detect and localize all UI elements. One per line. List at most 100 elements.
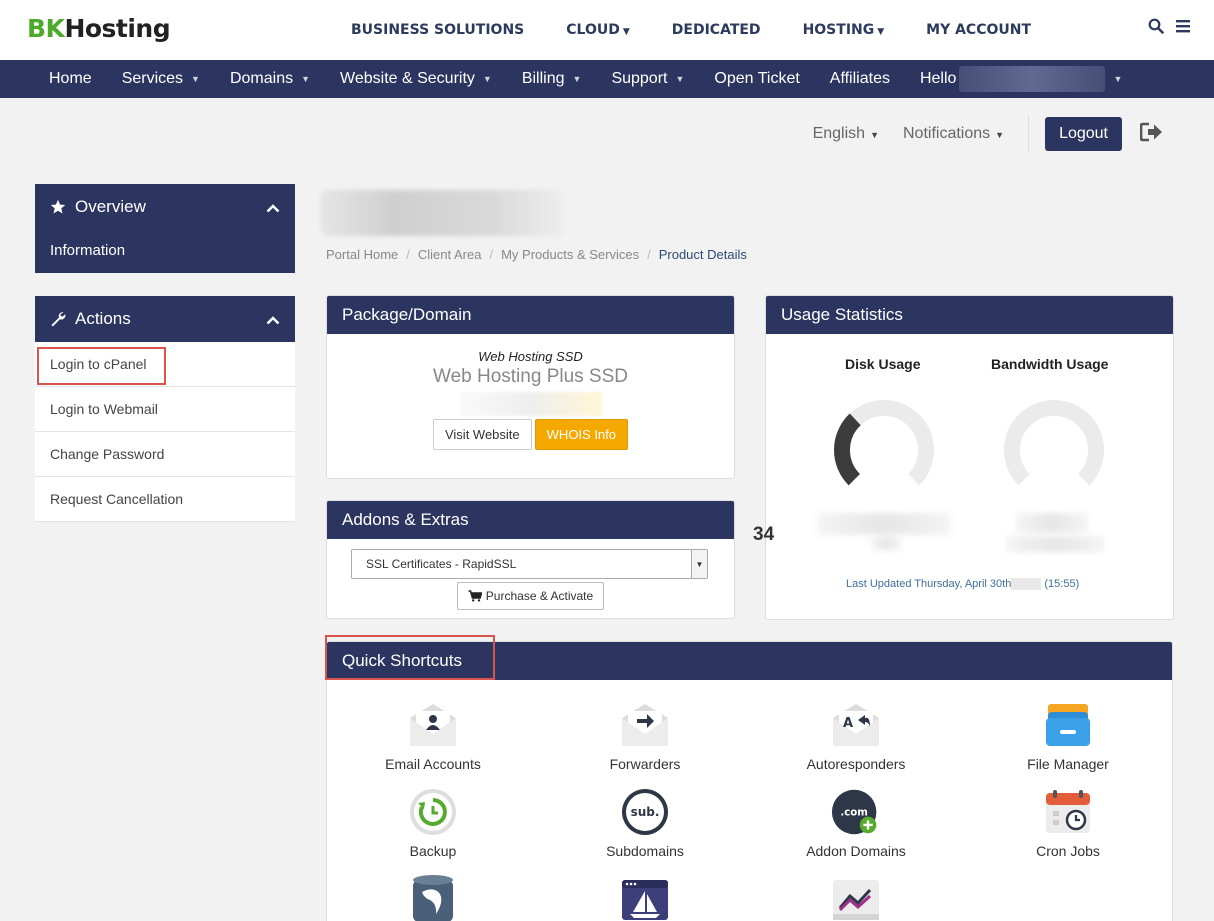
package-domain-card: Package/Domain Web Hosting SSD Web Hosti…: [326, 295, 735, 479]
nav-support[interactable]: Support ▼: [611, 70, 684, 88]
svg-text:.com: .com: [840, 808, 867, 819]
action-login-webmail[interactable]: Login to Webmail: [35, 387, 295, 432]
chevron-up-icon[interactable]: [266, 198, 280, 218]
disk-usage-label: Disk Usage: [845, 356, 921, 372]
autoresponders-icon: A: [831, 700, 881, 750]
highlight-login-cpanel: [37, 347, 166, 385]
sidebar-item-information[interactable]: Information: [35, 230, 295, 273]
top-nav-my-account[interactable]: MY ACCOUNT: [926, 22, 1031, 38]
utility-bar: English ▼ Notifications ▼ Logout: [813, 116, 1164, 152]
chevron-down-icon: ▼: [877, 27, 885, 37]
addon-domains-icon: .com: [831, 787, 881, 837]
redacted-disk-stat: [818, 513, 950, 535]
top-nav-business-solutions[interactable]: BUSINESS SOLUTIONS: [351, 22, 524, 38]
redacted-bandwidth-stat: [1016, 513, 1088, 533]
redacted-disk-stat-sub: [871, 536, 901, 550]
nav-hello-user[interactable]: Hello ▼: [920, 66, 1122, 92]
redacted-username: [959, 66, 1106, 92]
addons-extras-card: Addons & Extras SSL Certificates - Rapid…: [326, 500, 735, 619]
caret-down-icon: ▼: [995, 130, 1005, 140]
package-type: Web Hosting SSD: [478, 349, 583, 364]
package-name: Web Hosting Plus SSD: [432, 366, 628, 387]
caret-down-icon: ▼: [675, 74, 685, 84]
file-manager-icon: [1043, 700, 1093, 750]
breadcrumb-products-services[interactable]: My Products & Services: [501, 247, 639, 262]
top-nav: BUSINESS SOLUTIONS CLOUD ▼ DEDICATED HOST…: [330, 0, 1052, 60]
main-nav: Home Services ▼ Domains ▼ Website & Securi…: [0, 60, 1214, 98]
nav-open-ticket[interactable]: Open Ticket: [714, 70, 799, 88]
shortcut-awstats[interactable]: [766, 874, 946, 921]
usage-statistics-title: Usage Statistics: [766, 296, 1173, 334]
highlight-quick-shortcuts: [325, 635, 495, 680]
shortcut-website-builder[interactable]: [555, 874, 735, 921]
wrench-icon: [50, 311, 66, 327]
caret-down-icon: ▼: [482, 74, 492, 84]
nav-home[interactable]: Home: [49, 70, 92, 88]
top-nav-hosting[interactable]: HOSTING ▼: [803, 22, 885, 38]
addons-extras-title: Addons & Extras: [327, 501, 734, 539]
nav-billing[interactable]: Billing ▼: [522, 70, 582, 88]
shortcut-forwarders[interactable]: Forwarders: [555, 700, 735, 772]
nav-website-security[interactable]: Website & Security ▼: [340, 70, 492, 88]
caret-down-icon: ▼: [301, 74, 311, 84]
shortcut-mysql-databases[interactable]: [343, 874, 523, 921]
redacted-domain-title: [320, 190, 565, 236]
svg-text:sub.: sub.: [631, 805, 660, 819]
shortcut-cron-jobs[interactable]: Cron Jobs: [978, 787, 1158, 859]
shortcut-addon-domains[interactable]: .com Addon Domains: [766, 787, 946, 859]
caret-down-icon: ▼: [870, 130, 879, 140]
bk-hosting-logo[interactable]: BKHosting: [27, 14, 171, 43]
notifications-dropdown[interactable]: Notifications ▼: [903, 125, 1004, 143]
sign-out-icon[interactable]: [1139, 122, 1164, 147]
shortcut-backup[interactable]: Backup: [343, 787, 523, 859]
shortcut-subdomains[interactable]: sub. Subdomains: [555, 787, 735, 859]
overview-panel-header[interactable]: Overview: [35, 184, 295, 230]
forwarders-icon: [620, 700, 670, 750]
quick-shortcuts-card: Quick Shortcuts Email Accounts Forwarder…: [326, 641, 1173, 921]
top-header: BKHosting BUSINESS SOLUTIONS CLOUD ▼ DEDI…: [0, 0, 1214, 60]
caret-down-icon: ▼: [572, 74, 582, 84]
top-nav-cloud[interactable]: CLOUD ▼: [566, 22, 630, 38]
action-request-cancellation[interactable]: Request Cancellation: [35, 477, 295, 522]
actions-panel-header[interactable]: Actions: [35, 296, 295, 342]
breadcrumb-portal-home[interactable]: Portal Home: [326, 247, 398, 262]
nav-services[interactable]: Services ▼: [122, 70, 200, 88]
shortcut-autoresponders[interactable]: A Autoresponders: [766, 700, 946, 772]
nav-affiliates[interactable]: Affiliates: [830, 70, 890, 88]
caret-down-icon: ▼: [191, 74, 200, 84]
chevron-down-icon: ▼: [622, 27, 630, 37]
language-selector[interactable]: English ▼: [813, 125, 879, 143]
nav-domains[interactable]: Domains ▼: [230, 70, 310, 88]
usage-statistics-card: Usage Statistics Disk Usage Bandwidth Us…: [765, 295, 1174, 620]
shortcut-file-manager[interactable]: File Manager: [978, 700, 1158, 772]
svg-text:A: A: [843, 716, 853, 731]
logout-button[interactable]: Logout: [1045, 117, 1122, 151]
last-updated-text: Last Updated Thursday, April 30th (15:55…: [846, 578, 1080, 591]
search-icon[interactable]: [1148, 18, 1164, 39]
action-change-password[interactable]: Change Password: [35, 432, 295, 477]
chevron-up-icon[interactable]: [266, 310, 280, 330]
divider: [1028, 116, 1030, 152]
cron-jobs-icon: [1043, 787, 1093, 837]
shopping-cart-icon: [468, 590, 482, 602]
bandwidth-usage-gauge: [1004, 400, 1104, 486]
whois-info-button[interactable]: WHOIS Info: [534, 419, 629, 450]
caret-down-icon: ▼: [1113, 74, 1123, 84]
visit-website-button[interactable]: Visit Website: [432, 419, 532, 450]
addon-select[interactable]: SSL Certificates - RapidSSL ▼: [351, 549, 708, 579]
top-icons: [1148, 18, 1190, 39]
top-nav-dedicated[interactable]: DEDICATED: [672, 22, 761, 38]
hamburger-menu-icon[interactable]: [1176, 18, 1190, 39]
actions-panel: Actions Login to cPanel Login to Webmail…: [35, 296, 295, 522]
shortcut-email-accounts[interactable]: Email Accounts: [343, 700, 523, 772]
disk-usage-gauge: [834, 400, 934, 486]
breadcrumb-client-area[interactable]: Client Area: [418, 247, 482, 262]
awstats-icon: [831, 874, 881, 921]
star-icon: [50, 199, 66, 215]
stray-value: 34: [753, 524, 775, 545]
purchase-activate-button[interactable]: Purchase & Activate: [457, 582, 604, 610]
bandwidth-usage-label: Bandwidth Usage: [991, 356, 1109, 372]
email-accounts-icon: [408, 700, 458, 750]
redacted-year: [1011, 578, 1042, 591]
website-builder-icon: [620, 874, 670, 921]
